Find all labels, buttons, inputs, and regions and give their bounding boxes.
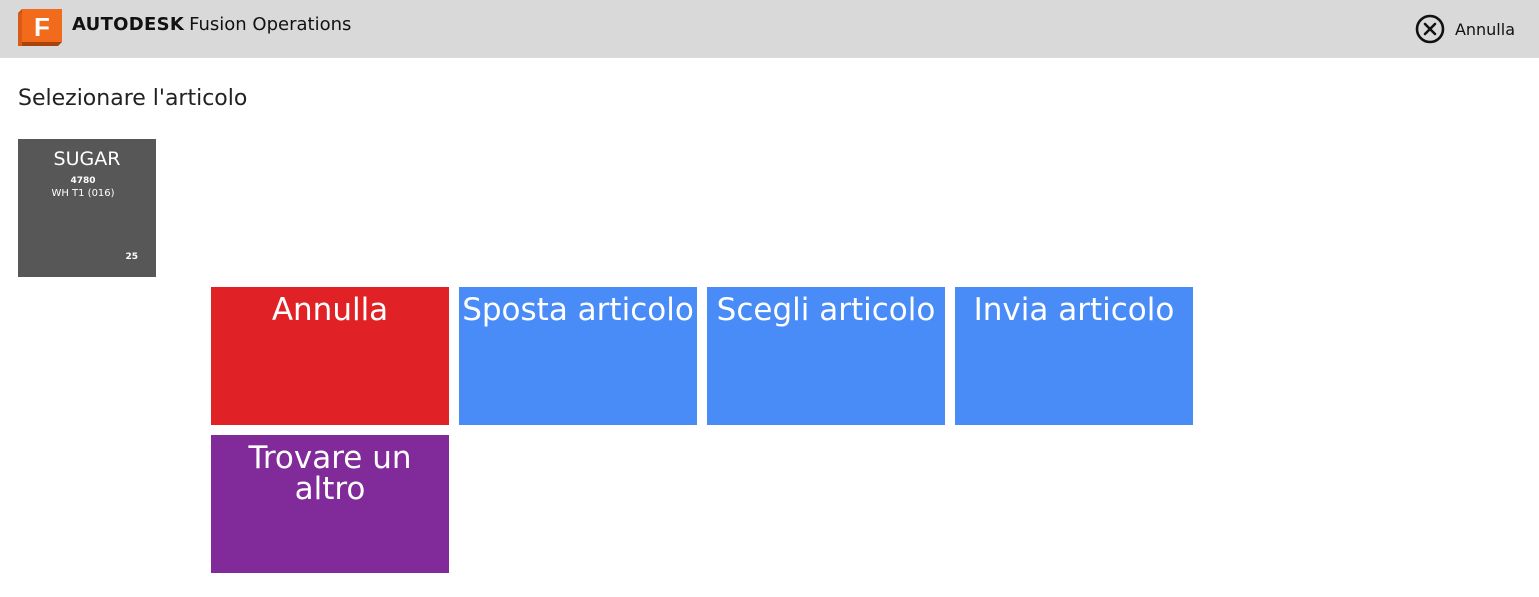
app-header: F AUTODESK Fusion Operations Annulla [0,0,1539,58]
item-tile[interactable]: SUGAR 4780 WH T1 (016) 25 [18,139,156,277]
item-code: 4780 [70,176,96,186]
header-cancel-button[interactable]: Annulla [1415,14,1515,44]
send-item-button[interactable]: Invia articolo [955,287,1193,425]
cancel-action-button[interactable]: Annulla [211,287,449,425]
page-title: Selezionare l'articolo [18,86,248,111]
move-item-button[interactable]: Sposta articolo [459,287,697,425]
app-brand: AUTODESK Fusion Operations [72,14,351,35]
find-another-button[interactable]: Trovare un altro [211,435,449,573]
pick-item-button[interactable]: Scegli articolo [707,287,945,425]
item-quantity: 25 [125,252,138,262]
brand-company: AUTODESK [72,14,185,35]
item-location: WH T1 (016) [51,188,115,199]
close-circle-icon [1415,14,1445,44]
svg-text:F: F [34,12,50,42]
item-name: SUGAR [53,148,121,170]
fusion-logo-icon: F [18,9,62,46]
brand-product: Fusion Operations [189,14,352,35]
header-cancel-label: Annulla [1454,19,1515,39]
